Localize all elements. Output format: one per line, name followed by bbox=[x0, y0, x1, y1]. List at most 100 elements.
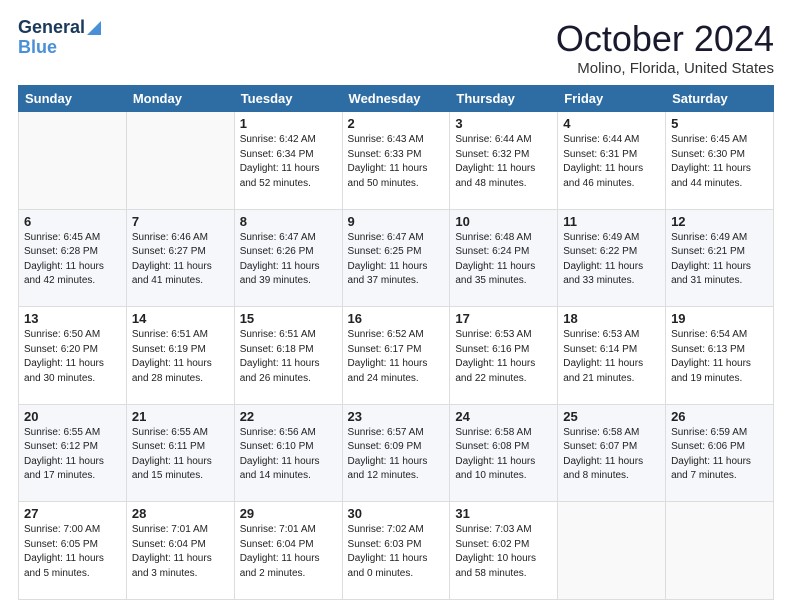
day-info: Sunrise: 6:58 AM Sunset: 6:07 PM Dayligh… bbox=[563, 426, 660, 484]
header-saturday: Saturday bbox=[666, 86, 774, 112]
day-info: Sunrise: 6:54 AM Sunset: 6:13 PM Dayligh… bbox=[671, 328, 768, 386]
calendar-cell: 14Sunrise: 6:51 AM Sunset: 6:19 PM Dayli… bbox=[126, 307, 234, 405]
header-tuesday: Tuesday bbox=[234, 86, 342, 112]
day-info: Sunrise: 6:59 AM Sunset: 6:06 PM Dayligh… bbox=[671, 426, 768, 484]
calendar-cell: 24 Sunrise: 6:58 AM Sunset: 6:08 PM Dayli… bbox=[450, 404, 558, 502]
logo-text-general: General bbox=[18, 18, 85, 38]
day-info: Sunrise: 6:49 AM Sunset: 6:21 PM Dayligh… bbox=[671, 231, 768, 289]
calendar-cell: 1Sunrise: 6:42 AM Sunset: 6:34 PM Daylig… bbox=[234, 112, 342, 210]
day-info: Sunrise: 6:58 AM Sunset: 6:08 PM Dayligh… bbox=[455, 426, 552, 484]
logo-icon bbox=[87, 21, 101, 35]
calendar-cell bbox=[666, 502, 774, 600]
calendar-cell: 15Sunrise: 6:51 AM Sunset: 6:18 PM Dayli… bbox=[234, 307, 342, 405]
logo-line2: Blue bbox=[18, 38, 57, 58]
calendar-cell: 22Sunrise: 6:56 AM Sunset: 6:10 PM Dayli… bbox=[234, 404, 342, 502]
calendar-week-4: 20 Sunrise: 6:55 AM Sunset: 6:12 PM Dayli… bbox=[19, 404, 774, 502]
calendar-cell: 3Sunrise: 6:44 AM Sunset: 6:32 PM Daylig… bbox=[450, 112, 558, 210]
logo: General Blue bbox=[18, 18, 101, 58]
day-number: 11 bbox=[563, 214, 660, 229]
day-info: Sunrise: 6:55 AM Sunset: 6:11 PM Dayligh… bbox=[132, 426, 229, 484]
day-info: Sunrise: 6:55 AM Sunset: 6:12 PM Dayligh… bbox=[24, 426, 121, 484]
day-info: Sunrise: 7:00 AM Sunset: 6:05 PM Dayligh… bbox=[24, 523, 121, 581]
day-number: 28 bbox=[132, 506, 229, 521]
calendar-cell: 6 Sunrise: 6:45 AM Sunset: 6:28 PM Daylig… bbox=[19, 209, 127, 307]
day-number: 12 bbox=[671, 214, 768, 229]
day-info: Sunrise: 7:03 AM Sunset: 6:02 PM Dayligh… bbox=[455, 523, 552, 581]
calendar-cell: 30Sunrise: 7:02 AM Sunset: 6:03 PM Dayli… bbox=[342, 502, 450, 600]
day-number: 7 bbox=[132, 214, 229, 229]
calendar-cell bbox=[558, 502, 666, 600]
day-number: 18 bbox=[563, 311, 660, 326]
calendar-cell: 25Sunrise: 6:58 AM Sunset: 6:07 PM Dayli… bbox=[558, 404, 666, 502]
page: General Blue October 2024 Molino, Florid… bbox=[0, 0, 792, 612]
calendar-week-3: 13 Sunrise: 6:50 AM Sunset: 6:20 PM Dayli… bbox=[19, 307, 774, 405]
day-number: 17 bbox=[455, 311, 552, 326]
day-number: 13 bbox=[24, 311, 121, 326]
day-info: Sunrise: 6:47 AM Sunset: 6:26 PM Dayligh… bbox=[240, 231, 337, 289]
calendar-cell: 20 Sunrise: 6:55 AM Sunset: 6:12 PM Dayli… bbox=[19, 404, 127, 502]
calendar-cell: 5 Sunrise: 6:45 AM Sunset: 6:30 PM Daylig… bbox=[666, 112, 774, 210]
day-number: 9 bbox=[348, 214, 445, 229]
day-number: 26 bbox=[671, 409, 768, 424]
day-info: Sunrise: 6:48 AM Sunset: 6:24 PM Dayligh… bbox=[455, 231, 552, 289]
calendar-cell: 29 Sunrise: 7:01 AM Sunset: 6:04 PM Dayli… bbox=[234, 502, 342, 600]
day-number: 24 bbox=[455, 409, 552, 424]
day-number: 5 bbox=[671, 116, 768, 131]
calendar-week-1: 1Sunrise: 6:42 AM Sunset: 6:34 PM Daylig… bbox=[19, 112, 774, 210]
day-info: Sunrise: 6:51 AM Sunset: 6:19 PM Dayligh… bbox=[132, 328, 229, 386]
day-info: Sunrise: 6:50 AM Sunset: 6:20 PM Dayligh… bbox=[24, 328, 121, 386]
calendar-cell: 12 Sunrise: 6:49 AM Sunset: 6:21 PM Dayli… bbox=[666, 209, 774, 307]
day-info: Sunrise: 6:53 AM Sunset: 6:16 PM Dayligh… bbox=[455, 328, 552, 386]
header-wednesday: Wednesday bbox=[342, 86, 450, 112]
day-info: Sunrise: 6:43 AM Sunset: 6:33 PM Dayligh… bbox=[348, 133, 445, 191]
day-number: 1 bbox=[240, 116, 337, 131]
calendar-cell: 2Sunrise: 6:43 AM Sunset: 6:33 PM Daylig… bbox=[342, 112, 450, 210]
day-info: Sunrise: 6:57 AM Sunset: 6:09 PM Dayligh… bbox=[348, 426, 445, 484]
calendar-cell: 17 Sunrise: 6:53 AM Sunset: 6:16 PM Dayli… bbox=[450, 307, 558, 405]
day-info: Sunrise: 6:44 AM Sunset: 6:31 PM Dayligh… bbox=[563, 133, 660, 191]
logo-line1: General bbox=[18, 18, 101, 38]
calendar-week-2: 6 Sunrise: 6:45 AM Sunset: 6:28 PM Daylig… bbox=[19, 209, 774, 307]
calendar-cell: 27Sunrise: 7:00 AM Sunset: 6:05 PM Dayli… bbox=[19, 502, 127, 600]
calendar-cell: 31 Sunrise: 7:03 AM Sunset: 6:02 PM Dayli… bbox=[450, 502, 558, 600]
day-number: 10 bbox=[455, 214, 552, 229]
day-info: Sunrise: 6:53 AM Sunset: 6:14 PM Dayligh… bbox=[563, 328, 660, 386]
day-number: 19 bbox=[671, 311, 768, 326]
header-sunday: Sunday bbox=[19, 86, 127, 112]
calendar-cell: 13 Sunrise: 6:50 AM Sunset: 6:20 PM Dayli… bbox=[19, 307, 127, 405]
day-number: 8 bbox=[240, 214, 337, 229]
weekday-header-row: Sunday Monday Tuesday Wednesday Thursday… bbox=[19, 86, 774, 112]
day-info: Sunrise: 7:01 AM Sunset: 6:04 PM Dayligh… bbox=[240, 523, 337, 581]
calendar-cell: 9 Sunrise: 6:47 AM Sunset: 6:25 PM Daylig… bbox=[342, 209, 450, 307]
location-title: Molino, Florida, United States bbox=[556, 60, 774, 77]
day-info: Sunrise: 6:45 AM Sunset: 6:28 PM Dayligh… bbox=[24, 231, 121, 289]
day-number: 29 bbox=[240, 506, 337, 521]
day-number: 6 bbox=[24, 214, 121, 229]
calendar-cell: 23Sunrise: 6:57 AM Sunset: 6:09 PM Dayli… bbox=[342, 404, 450, 502]
month-title: October 2024 bbox=[556, 18, 774, 60]
day-number: 4 bbox=[563, 116, 660, 131]
day-info: Sunrise: 6:47 AM Sunset: 6:25 PM Dayligh… bbox=[348, 231, 445, 289]
header: General Blue October 2024 Molino, Florid… bbox=[18, 18, 774, 77]
calendar-cell: 8 Sunrise: 6:47 AM Sunset: 6:26 PM Daylig… bbox=[234, 209, 342, 307]
calendar-cell: 26 Sunrise: 6:59 AM Sunset: 6:06 PM Dayli… bbox=[666, 404, 774, 502]
day-info: Sunrise: 7:02 AM Sunset: 6:03 PM Dayligh… bbox=[348, 523, 445, 581]
day-info: Sunrise: 6:45 AM Sunset: 6:30 PM Dayligh… bbox=[671, 133, 768, 191]
calendar-cell bbox=[19, 112, 127, 210]
day-info: Sunrise: 6:52 AM Sunset: 6:17 PM Dayligh… bbox=[348, 328, 445, 386]
calendar-cell: 19 Sunrise: 6:54 AM Sunset: 6:13 PM Dayli… bbox=[666, 307, 774, 405]
calendar-cell: 18 Sunrise: 6:53 AM Sunset: 6:14 PM Dayli… bbox=[558, 307, 666, 405]
day-number: 20 bbox=[24, 409, 121, 424]
calendar-cell: 16Sunrise: 6:52 AM Sunset: 6:17 PM Dayli… bbox=[342, 307, 450, 405]
calendar-cell: 11Sunrise: 6:49 AM Sunset: 6:22 PM Dayli… bbox=[558, 209, 666, 307]
header-thursday: Thursday bbox=[450, 86, 558, 112]
day-number: 31 bbox=[455, 506, 552, 521]
calendar-week-5: 27Sunrise: 7:00 AM Sunset: 6:05 PM Dayli… bbox=[19, 502, 774, 600]
calendar-cell: 7Sunrise: 6:46 AM Sunset: 6:27 PM Daylig… bbox=[126, 209, 234, 307]
calendar-cell: 4 Sunrise: 6:44 AM Sunset: 6:31 PM Daylig… bbox=[558, 112, 666, 210]
day-info: Sunrise: 6:56 AM Sunset: 6:10 PM Dayligh… bbox=[240, 426, 337, 484]
calendar-table: Sunday Monday Tuesday Wednesday Thursday… bbox=[18, 85, 774, 600]
calendar-cell: 21Sunrise: 6:55 AM Sunset: 6:11 PM Dayli… bbox=[126, 404, 234, 502]
calendar-cell: 28Sunrise: 7:01 AM Sunset: 6:04 PM Dayli… bbox=[126, 502, 234, 600]
day-info: Sunrise: 6:44 AM Sunset: 6:32 PM Dayligh… bbox=[455, 133, 552, 191]
